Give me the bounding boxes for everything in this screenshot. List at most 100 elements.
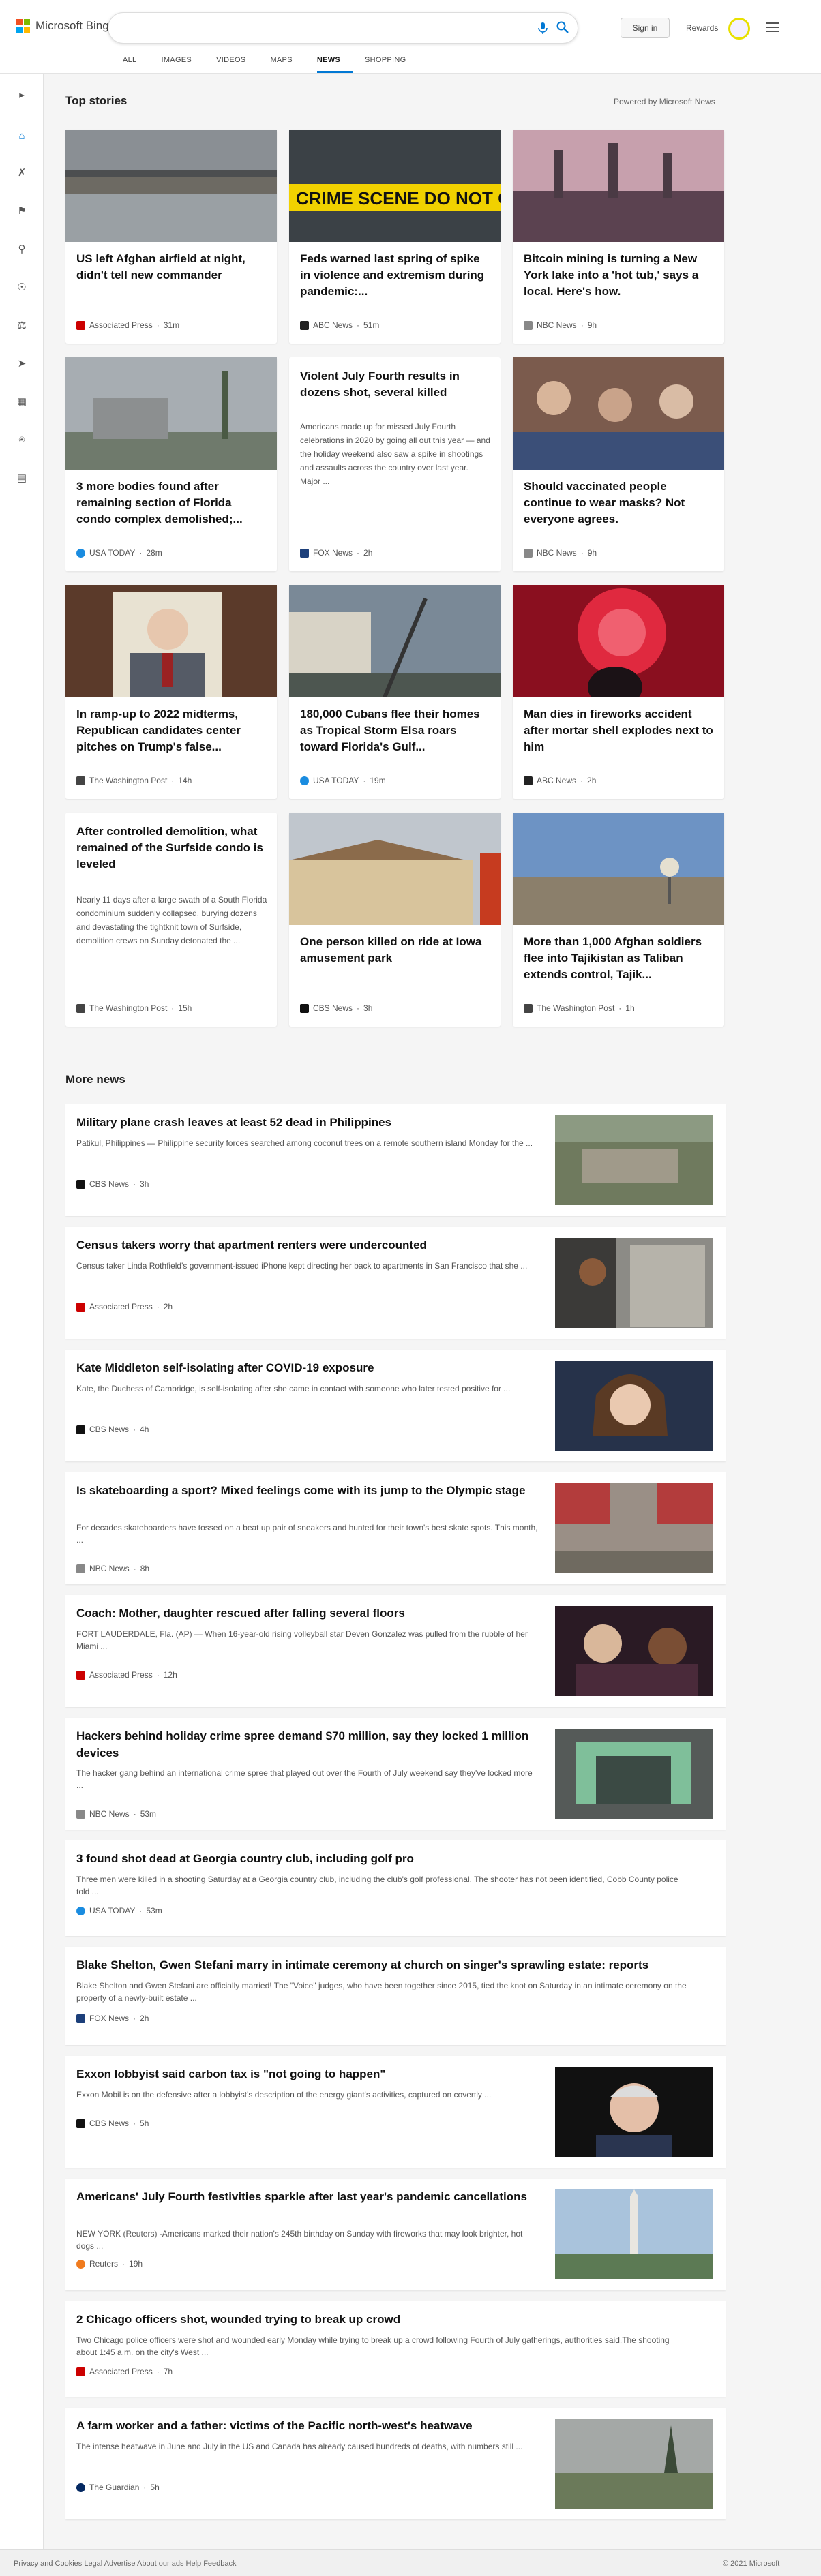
footer: Privacy and Cookies Legal Advertise Abou…: [0, 2549, 821, 2576]
news-title[interactable]: Blake Shelton, Gwen Stefani marry in int…: [76, 1956, 690, 1973]
story-title[interactable]: 3 more bodies found after remaining sect…: [76, 479, 267, 528]
news-item[interactable]: Exxon lobbyist said carbon tax is "not g…: [65, 2056, 726, 2168]
rewards-link[interactable]: Rewards: [686, 23, 718, 33]
news-item[interactable]: Census takers worry that apartment rente…: [65, 1227, 726, 1339]
home-icon[interactable]: ⌂: [14, 128, 29, 143]
location-pin-icon[interactable]: ⚲: [14, 241, 29, 256]
news-item[interactable]: Blake Shelton, Gwen Stefani marry in int…: [65, 1947, 726, 2045]
story-title[interactable]: Should vaccinated people continue to wea…: [524, 479, 715, 528]
news-item[interactable]: Hackers behind holiday crime spree deman…: [65, 1718, 726, 1830]
news-thumbnail: [555, 1606, 713, 1696]
story-title[interactable]: After controlled demolition, what remain…: [76, 823, 267, 873]
flag-icon[interactable]: ⚑: [14, 203, 29, 218]
news-item[interactable]: A farm worker and a father: victims of t…: [65, 2408, 726, 2519]
story-card[interactable]: Should vaccinated people continue to wea…: [513, 357, 724, 571]
news-source: FOX News · 2h: [76, 2014, 149, 2023]
rocket-icon[interactable]: ➤: [14, 356, 29, 371]
globe-icon[interactable]: ☉: [14, 279, 29, 294]
story-card[interactable]: One person killed on ride at Iowa amusem…: [289, 813, 501, 1027]
brand-name: Microsoft Bing: [35, 19, 109, 32]
story-source: ABC News · 51m: [300, 320, 379, 330]
tools-icon[interactable]: ✗: [14, 165, 29, 180]
story-source: NBC News · 9h: [524, 548, 597, 558]
microphone-icon[interactable]: [536, 21, 550, 35]
news-thumbnail: [555, 2189, 713, 2279]
news-snippet: Exxon Mobil is on the defensive after a …: [76, 2090, 492, 2100]
news-thumbnail: [555, 1729, 713, 1819]
story-card[interactable]: 180,000 Cubans flee their homes as Tropi…: [289, 585, 501, 799]
news-snippet: NEW YORK (Reuters) -Americans marked the…: [76, 2229, 523, 2251]
news-item[interactable]: Kate Middleton self-isolating after COVI…: [65, 1350, 726, 1461]
story-title[interactable]: 180,000 Cubans flee their homes as Tropi…: [300, 706, 491, 755]
story-card[interactable]: After controlled demolition, what remain…: [65, 813, 277, 1027]
news-source: CBS News · 5h: [76, 2119, 149, 2128]
abc-news-logo-icon: [300, 320, 309, 330]
story-title[interactable]: Man dies in fireworks accident after mor…: [524, 706, 715, 755]
ap-logo-icon: [76, 320, 85, 330]
sign-in-button[interactable]: Sign in: [621, 18, 670, 38]
film-icon[interactable]: ▦: [14, 394, 29, 409]
news-source: Associated Press · 2h: [76, 1302, 173, 1312]
tab-images[interactable]: IMAGES: [161, 56, 204, 73]
news-item[interactable]: Military plane crash leaves at least 52 …: [65, 1104, 726, 1216]
story-card[interactable]: 3 more bodies found after remaining sect…: [65, 357, 277, 571]
expand-chevron-icon[interactable]: ▸: [14, 87, 29, 102]
news-title[interactable]: Census takers worry that apartment rente…: [76, 1237, 540, 1254]
news-title[interactable]: A farm worker and a father: victims of t…: [76, 2417, 540, 2434]
story-card[interactable]: In ramp-up to 2022 midterms, Republican …: [65, 585, 277, 799]
story-title[interactable]: One person killed on ride at Iowa amusem…: [300, 934, 491, 967]
news-title[interactable]: Coach: Mother, daughter rescued after fa…: [76, 1605, 540, 1622]
story-source: The Washington Post · 15h: [76, 1003, 192, 1013]
tab-shopping[interactable]: SHOPPING: [365, 56, 418, 73]
story-card[interactable]: US left Afghan airfield at night, didn't…: [65, 130, 277, 344]
ap-logo-icon: [76, 1670, 85, 1680]
news-source: CBS News · 4h: [76, 1425, 149, 1434]
tab-videos[interactable]: VIDEOS: [216, 56, 258, 73]
news-item[interactable]: 2 Chicago officers shot, wounded trying …: [65, 2301, 726, 2397]
story-card[interactable]: Man dies in fireworks accident after mor…: [513, 585, 724, 799]
story-title[interactable]: Feds warned last spring of spike in viol…: [300, 251, 491, 300]
news-title[interactable]: Exxon lobbyist said carbon tax is "not g…: [76, 2065, 540, 2082]
news-snippet: Census taker Linda Rothfield's governmen…: [76, 1261, 528, 1271]
scales-icon[interactable]: ⚖: [14, 318, 29, 333]
menu-icon[interactable]: [766, 22, 779, 32]
story-card[interactable]: CRIME SCENE DO NOT C Feds warned last sp…: [289, 130, 501, 344]
search-icon[interactable]: [556, 20, 569, 34]
story-title[interactable]: More than 1,000 Afghan soldiers flee int…: [524, 934, 715, 983]
story-title[interactable]: In ramp-up to 2022 midterms, Republican …: [76, 706, 267, 755]
tab-news[interactable]: NEWS: [316, 56, 353, 73]
news-title[interactable]: 3 found shot dead at Georgia country clu…: [76, 1850, 690, 1867]
card-icon[interactable]: ▤: [14, 470, 29, 485]
nbc-news-logo-icon: [76, 1809, 85, 1819]
rewards-medal-icon[interactable]: [728, 18, 750, 40]
news-title[interactable]: Is skateboarding a sport? Mixed feelings…: [76, 1482, 540, 1499]
bank-icon[interactable]: ⍟: [14, 432, 29, 447]
news-item[interactable]: Coach: Mother, daughter rescued after fa…: [65, 1595, 726, 1707]
news-snippet: Blake Shelton and Gwen Stefani are offic…: [76, 1981, 687, 2003]
news-snippet: For decades skateboarders have tossed on…: [76, 1523, 538, 1545]
news-item[interactable]: Americans' July Fourth festivities spark…: [65, 2179, 726, 2290]
microsoft-logo-icon: [16, 19, 30, 33]
footer-links[interactable]: Privacy and Cookies Legal Advertise Abou…: [14, 2560, 237, 2568]
news-title[interactable]: Hackers behind holiday crime spree deman…: [76, 1727, 540, 1761]
tab-maps[interactable]: MAPS: [270, 56, 304, 73]
nbc-news-logo-icon: [76, 1564, 85, 1573]
story-card[interactable]: Violent July Fourth results in dozens sh…: [289, 357, 501, 571]
bing-logo[interactable]: Microsoft Bing: [16, 19, 109, 33]
news-title[interactable]: 2 Chicago officers shot, wounded trying …: [76, 2311, 690, 2328]
story-card[interactable]: More than 1,000 Afghan soldiers flee int…: [513, 813, 724, 1027]
story-image: [513, 585, 724, 697]
news-title[interactable]: Americans' July Fourth festivities spark…: [76, 2188, 540, 2205]
news-snippet: Three men were killed in a shooting Satu…: [76, 1875, 678, 1896]
story-card[interactable]: Bitcoin mining is turning a New York lak…: [513, 130, 724, 344]
story-title[interactable]: US left Afghan airfield at night, didn't…: [76, 251, 267, 284]
news-title[interactable]: Military plane crash leaves at least 52 …: [76, 1114, 540, 1131]
story-title[interactable]: Violent July Fourth results in dozens sh…: [300, 368, 491, 401]
header: Microsoft Bing Sign in Rewards ALL IMAGE…: [0, 0, 821, 74]
news-title[interactable]: Kate Middleton self-isolating after COVI…: [76, 1359, 540, 1376]
search-input[interactable]: [108, 12, 578, 44]
story-title[interactable]: Bitcoin mining is turning a New York lak…: [524, 251, 715, 300]
news-item[interactable]: 3 found shot dead at Georgia country clu…: [65, 1840, 726, 1936]
tab-all[interactable]: ALL: [123, 56, 149, 73]
news-item[interactable]: Is skateboarding a sport? Mixed feelings…: [65, 1472, 726, 1584]
